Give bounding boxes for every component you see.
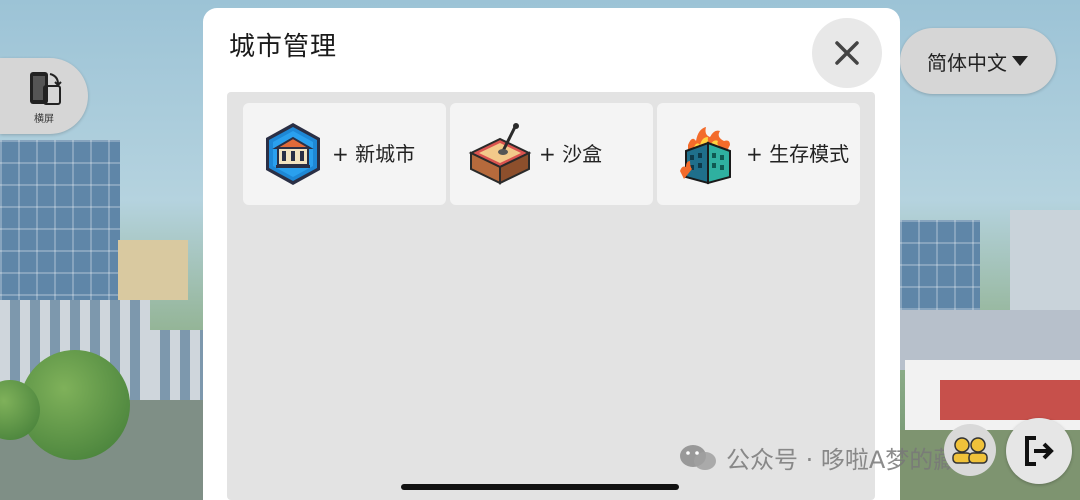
- rotate-phone-icon: [30, 71, 62, 105]
- city-management-dialog: 城市管理 + 新城市 + 沙盒 + 生存模式: [203, 8, 900, 500]
- exit-button[interactable]: [1006, 418, 1072, 484]
- language-select[interactable]: 简体中文: [900, 28, 1056, 94]
- options-panel: + 新城市 + 沙盒 + 生存模式: [227, 92, 875, 500]
- language-label: 简体中文: [927, 50, 1007, 75]
- city-hall-badge-icon: [266, 123, 320, 185]
- rotate-label: 横屏: [34, 113, 54, 125]
- survival-mode-card[interactable]: + 生存模式: [657, 103, 860, 205]
- sandbox-card[interactable]: + 沙盒: [450, 103, 653, 205]
- survival-mode-label: + 生存模式: [746, 141, 850, 166]
- new-city-card[interactable]: + 新城市: [243, 103, 446, 205]
- close-icon: [835, 41, 859, 65]
- sandbox-label: + 沙盒: [539, 141, 603, 166]
- building: [118, 240, 188, 300]
- rotate-screen-button[interactable]: 横屏: [0, 58, 88, 134]
- dialog-title: 城市管理: [229, 32, 338, 62]
- sandbox-icon: [468, 123, 532, 185]
- avatar[interactable]: [944, 424, 996, 476]
- watermark-text: 公众号 · 哆啦A梦的藏店: [726, 446, 982, 474]
- new-city-label: + 新城市: [332, 141, 416, 166]
- close-button[interactable]: [812, 18, 882, 88]
- building: [1010, 210, 1080, 310]
- glass-building: [900, 220, 980, 310]
- house-roof: [940, 380, 1080, 420]
- burning-building-icon: [680, 127, 731, 185]
- friends-icon: [952, 437, 988, 464]
- wechat-icon: [680, 444, 716, 470]
- home-indicator[interactable]: [401, 484, 679, 490]
- watermark: 公众号 · 哆啦A梦的藏店: [678, 440, 981, 475]
- logout-icon: [1025, 436, 1054, 466]
- caret-down-icon: [1012, 56, 1028, 66]
